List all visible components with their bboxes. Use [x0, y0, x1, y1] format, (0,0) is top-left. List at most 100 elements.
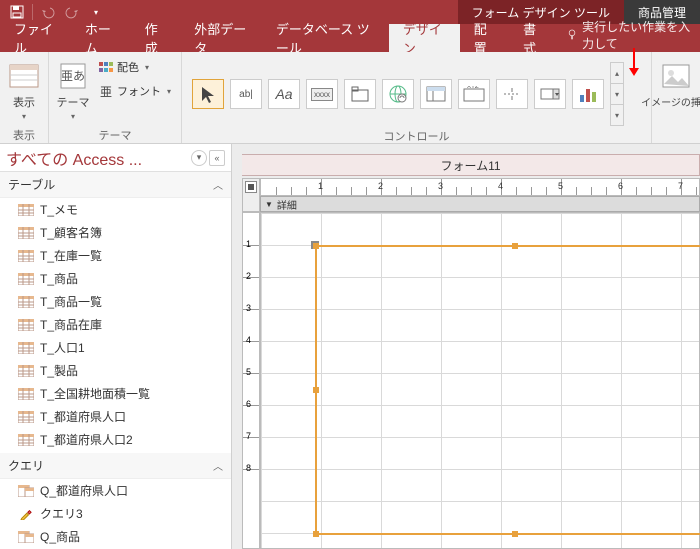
- table-icon: [18, 410, 34, 424]
- nav-table-item[interactable]: T_商品: [0, 267, 231, 290]
- nav-title: すべての Access ...: [6, 146, 191, 170]
- nav-item-label: Q_都道府県人口: [40, 482, 128, 499]
- colors-button[interactable]: 配色: [95, 56, 175, 78]
- control-tab-icon[interactable]: [344, 79, 376, 109]
- chevron-up-icon: ︿: [213, 177, 223, 192]
- nav-item-label: T_人口1: [40, 339, 85, 356]
- tab-create[interactable]: 作成: [131, 24, 180, 52]
- insert-image-button[interactable]: イメージの挿入: [658, 56, 694, 109]
- tell-me-label: 実行したい作業を入力して: [582, 18, 700, 52]
- nav-collapse-icon[interactable]: «: [209, 150, 225, 166]
- control-optiongroup-icon[interactable]: XYZ: [458, 79, 490, 109]
- nav-dropdown-icon[interactable]: ▾: [191, 150, 207, 166]
- nav-table-item[interactable]: T_商品在庫: [0, 313, 231, 336]
- nav-section-queries-label: クエリ: [8, 457, 44, 474]
- control-hyperlink-icon[interactable]: [382, 79, 414, 109]
- fonts-label: フォント: [117, 83, 161, 99]
- nav-table-item[interactable]: T_都道府県人口2: [0, 428, 231, 451]
- nav-item-label: T_製品: [40, 362, 78, 379]
- nav-table-item[interactable]: T_都道府県人口: [0, 405, 231, 428]
- nav-item-label: T_メモ: [40, 201, 78, 218]
- main-area: すべての Access ... ▾ « テーブル ︿ T_メモ T_顧客名簿 T…: [0, 144, 700, 549]
- table-icon: [18, 364, 34, 378]
- table-icon: [18, 249, 34, 263]
- form-tab-label[interactable]: フォーム11: [242, 154, 700, 176]
- undo-icon[interactable]: [37, 2, 59, 22]
- themes-button[interactable]: 亜あ テーマ ▾: [55, 56, 91, 121]
- table-icon: [18, 203, 34, 217]
- ribbon: 表示 ▾ 表示 亜あ テーマ ▾ 配色 亜 フォント: [0, 52, 700, 144]
- query-select-icon: [18, 530, 34, 544]
- controls-gallery[interactable]: ab| Aa xxxx XYZ ▴▾▾: [188, 56, 645, 126]
- nav-header[interactable]: すべての Access ... ▾ «: [0, 144, 231, 172]
- tab-external-data[interactable]: 外部データ: [180, 24, 262, 52]
- tell-me-search[interactable]: 実行したい作業を入力して: [567, 18, 700, 52]
- form-tab-text: フォーム11: [440, 157, 500, 174]
- group-title-controls: コントロール: [188, 126, 645, 142]
- resize-handle-s[interactable]: [512, 531, 518, 537]
- view-button[interactable]: 表示 ▾: [6, 56, 42, 121]
- nav-item-label: T_顧客名簿: [40, 224, 102, 241]
- horizontal-ruler[interactable]: 1234567891011: [260, 178, 700, 196]
- design-grid[interactable]: [260, 212, 700, 549]
- nav-query-item[interactable]: Q_商品: [0, 525, 231, 548]
- navigation-pane: すべての Access ... ▾ « テーブル ︿ T_メモ T_顧客名簿 T…: [0, 144, 232, 549]
- detail-section-header[interactable]: ▼ 詳細: [260, 196, 700, 212]
- vertical-ruler[interactable]: 12345678: [242, 212, 260, 549]
- nav-query-item[interactable]: Q_都道府県人口: [0, 479, 231, 502]
- resize-handle-w[interactable]: [313, 387, 319, 393]
- nav-table-item[interactable]: T_製品: [0, 359, 231, 382]
- nav-section-tables[interactable]: テーブル ︿: [0, 172, 231, 198]
- control-navigation-icon[interactable]: [420, 79, 452, 109]
- tab-database-tools[interactable]: データベース ツール: [262, 24, 389, 52]
- nav-item-label: T_都道府県人口2: [40, 431, 133, 448]
- nav-item-label: Q_商品: [40, 528, 80, 545]
- nav-item-label: T_都道府県人口: [40, 408, 126, 425]
- control-pagebreak-icon[interactable]: [496, 79, 528, 109]
- control-select-icon[interactable]: [192, 79, 224, 109]
- table-icon: [18, 318, 34, 332]
- control-button-icon[interactable]: xxxx: [306, 79, 338, 109]
- control-label-icon[interactable]: Aa: [268, 79, 300, 109]
- nav-item-label: T_商品在庫: [40, 316, 102, 333]
- group-title-theme: テーマ: [55, 125, 175, 141]
- nav-item-label: T_全国耕地面積一覧: [40, 385, 150, 402]
- nav-table-item[interactable]: T_在庫一覧: [0, 244, 231, 267]
- redo-icon[interactable]: [61, 2, 83, 22]
- nav-query-item[interactable]: クエリ3: [0, 502, 231, 525]
- tab-format[interactable]: 書式: [509, 24, 558, 52]
- resize-handle-n[interactable]: [512, 243, 518, 249]
- control-textbox-icon[interactable]: ab|: [230, 79, 262, 109]
- section-expand-icon: ▼: [265, 200, 273, 209]
- nav-section-tables-label: テーブル: [8, 176, 55, 193]
- tab-arrange[interactable]: 配置: [460, 24, 509, 52]
- themes-label: テーマ: [57, 94, 90, 110]
- nav-item-label: クエリ3: [40, 505, 83, 522]
- tab-file[interactable]: ファイル: [0, 24, 71, 52]
- nav-table-item[interactable]: T_顧客名簿: [0, 221, 231, 244]
- nav-table-item[interactable]: T_商品一覧: [0, 290, 231, 313]
- form-selector[interactable]: [242, 178, 260, 212]
- gallery-scroll[interactable]: ▴▾▾: [610, 62, 624, 126]
- resize-handle-nw[interactable]: [313, 243, 319, 249]
- svg-text:亜あ: 亜あ: [61, 69, 85, 83]
- design-surface: フォーム11 1234567891011 ▼ 詳細 12345678: [232, 144, 700, 549]
- nav-table-item[interactable]: T_メモ: [0, 198, 231, 221]
- selected-chart-placeholder[interactable]: [315, 245, 700, 535]
- fonts-button[interactable]: 亜 フォント: [95, 80, 175, 102]
- ribbon-tabs: ファイル ホーム 作成 外部データ データベース ツール デザイン 配置 書式 …: [0, 24, 700, 52]
- control-chart-icon[interactable]: [572, 79, 604, 109]
- nav-section-queries[interactable]: クエリ ︿: [0, 453, 231, 479]
- nav-table-item[interactable]: T_全国耕地面積一覧: [0, 382, 231, 405]
- themes-icon: 亜あ: [57, 60, 89, 92]
- table-icon: [18, 295, 34, 309]
- insert-image-label: イメージの挿入: [641, 94, 700, 109]
- query-select-icon: [18, 484, 34, 498]
- control-combobox-icon[interactable]: [534, 79, 566, 109]
- resize-handle-sw[interactable]: [313, 531, 319, 537]
- nav-table-item[interactable]: T_人口1: [0, 336, 231, 359]
- tab-design[interactable]: デザイン: [389, 24, 460, 52]
- nav-item-label: T_商品: [40, 270, 78, 287]
- ribbon-group-image: イメージの挿入: [652, 52, 700, 143]
- tab-home[interactable]: ホーム: [71, 24, 131, 52]
